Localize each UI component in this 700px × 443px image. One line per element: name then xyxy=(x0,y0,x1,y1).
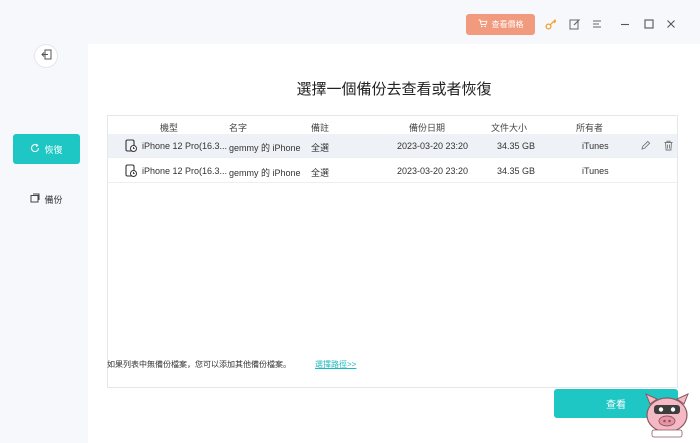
table-header: 機型 名字 備註 備份日期 文件大小 所有者 xyxy=(108,116,677,134)
cart-icon xyxy=(478,19,488,30)
select-path-link[interactable]: 選擇路徑>> xyxy=(315,359,356,370)
column-header-owner: 所有者 xyxy=(576,123,604,133)
sidebar-item-backup[interactable]: 備份 xyxy=(13,184,80,214)
empty-list-hint: 如果列表中無備份檔案，您可以添加其他備份檔案。 xyxy=(107,360,291,369)
title-bar: 查看價格 xyxy=(0,0,700,44)
edit-note-icon[interactable] xyxy=(640,140,651,153)
backup-icon xyxy=(30,193,40,205)
restore-icon xyxy=(30,143,40,155)
edit-icon[interactable] xyxy=(568,17,582,31)
cell-date: 2023-03-20 23:20 xyxy=(397,166,469,176)
buy-button-label: 查看價格 xyxy=(491,20,524,29)
page-title: 選擇一個備份去查看或者恢復 xyxy=(296,81,492,98)
phone-backup-icon xyxy=(125,164,138,178)
cell-model: iPhone 12 Pro(16.3... xyxy=(142,141,228,151)
app-window: 查看價格 恢復 備份 選擇一個備份去查看或者恢復 機型 名字 備註 備份日期 文… xyxy=(0,0,700,443)
sidebar-item-label: 備份 xyxy=(44,194,63,205)
sidebar-item-label: 恢復 xyxy=(44,144,63,155)
column-header-note: 備註 xyxy=(311,123,330,133)
table-row[interactable]: iPhone 12 Pro(16.3... gemmy 的 iPhone 全選 … xyxy=(108,159,677,183)
cell-model: iPhone 12 Pro(16.3... xyxy=(142,166,228,176)
column-header-date: 備份日期 xyxy=(409,123,446,133)
minimize-icon[interactable] xyxy=(618,17,632,31)
mascot-watermark xyxy=(640,388,694,440)
cell-size: 34.35 GB xyxy=(497,141,536,151)
cell-owner: iTunes xyxy=(582,141,609,151)
close-icon[interactable] xyxy=(664,17,678,31)
buy-button[interactable]: 查看價格 xyxy=(466,14,535,35)
main-panel: 選擇一個備份去查看或者恢復 機型 名字 備註 備份日期 文件大小 所有者 iPh… xyxy=(88,44,700,443)
back-button[interactable] xyxy=(34,44,58,68)
cell-size: 34.35 GB xyxy=(497,166,536,176)
cell-name: gemmy 的 iPhone xyxy=(229,143,301,153)
delete-icon[interactable] xyxy=(663,140,674,153)
sidebar: 恢復 備份 xyxy=(0,44,88,443)
table-row[interactable]: iPhone 12 Pro(16.3... gemmy 的 iPhone 全選 … xyxy=(108,134,677,158)
column-header-model: 機型 xyxy=(160,123,179,133)
cell-owner: iTunes xyxy=(582,166,609,176)
cell-note: 全選 xyxy=(311,143,330,153)
sidebar-item-restore[interactable]: 恢復 xyxy=(13,134,80,164)
back-icon xyxy=(40,47,52,65)
column-header-size: 文件大小 xyxy=(491,123,528,133)
maximize-icon[interactable] xyxy=(642,17,656,31)
phone-backup-icon xyxy=(125,139,138,153)
cell-note: 全選 xyxy=(311,168,330,178)
backup-table: 機型 名字 備註 備份日期 文件大小 所有者 iPhone 12 Pro(16.… xyxy=(107,115,678,388)
cell-name: gemmy 的 iPhone xyxy=(229,168,301,178)
key-icon[interactable] xyxy=(544,17,558,31)
menu-icon[interactable] xyxy=(590,17,604,31)
column-header-name: 名字 xyxy=(229,123,248,133)
cell-date: 2023-03-20 23:20 xyxy=(397,141,469,151)
